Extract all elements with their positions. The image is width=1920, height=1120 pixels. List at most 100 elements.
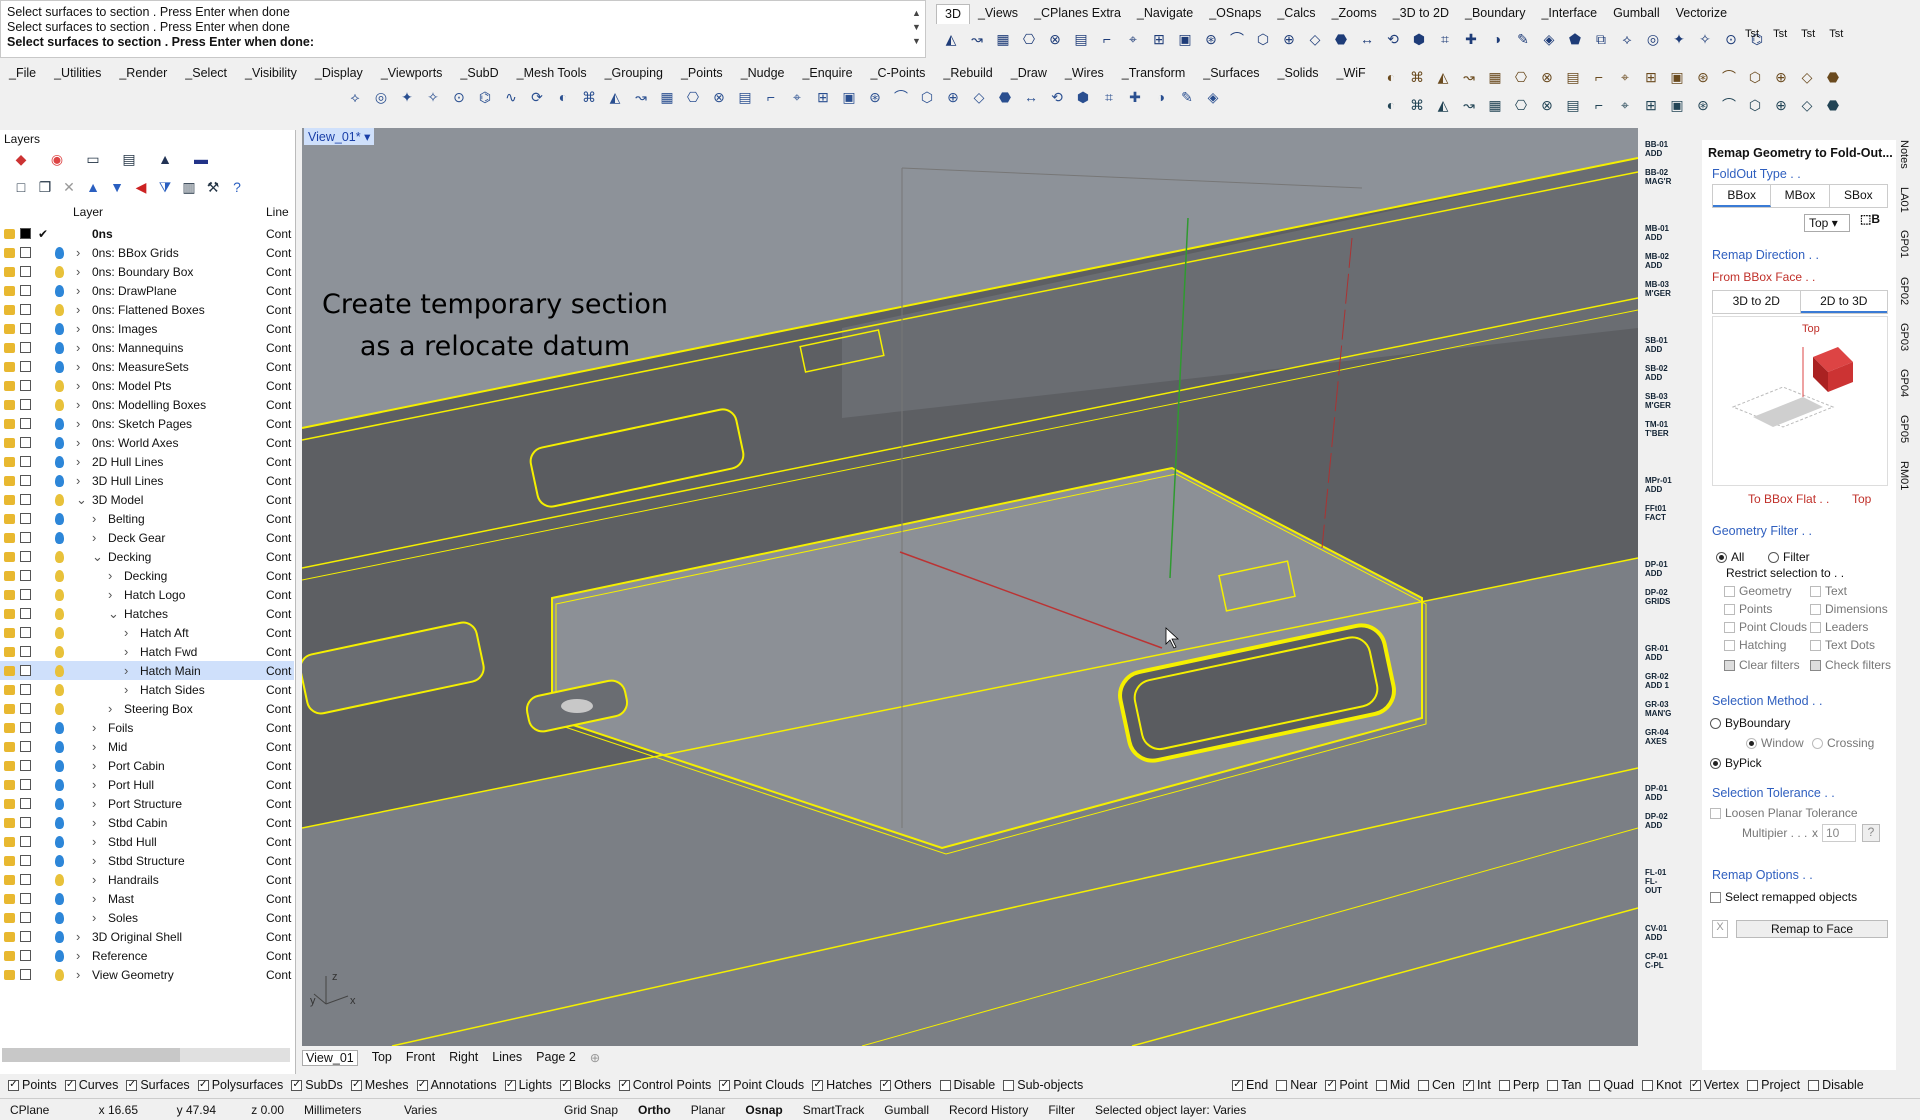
lock-icon[interactable]	[4, 836, 15, 847]
status-toggle[interactable]: SmartTrack	[793, 1103, 875, 1117]
toolbar-tab[interactable]: Vectorize	[1668, 4, 1735, 24]
tool-icon[interactable]: ◐	[552, 86, 574, 108]
chevron-right-icon[interactable]: ›	[76, 435, 80, 450]
status-toggle[interactable]: Grid Snap	[554, 1103, 628, 1117]
layer-checkbox[interactable]	[20, 513, 31, 524]
tool-icon[interactable]: ⊕	[1770, 66, 1792, 88]
status-toggle[interactable]: Record History	[939, 1103, 1038, 1117]
lightbulb-icon[interactable]	[55, 569, 64, 582]
materials-tab-icon[interactable]: ◉	[46, 148, 68, 170]
menu-item[interactable]: _C-Points	[862, 64, 935, 84]
layer-row[interactable]: › 2D Hull Lines Cont	[0, 452, 294, 471]
side-tab[interactable]: GP01	[1898, 230, 1910, 258]
clear-filters-checkbox[interactable]	[1724, 659, 1735, 671]
layer-checkbox[interactable]	[20, 931, 31, 942]
lock-icon[interactable]	[4, 323, 15, 334]
lightbulb-icon[interactable]	[55, 873, 64, 886]
toolbar-tab[interactable]: 3D	[936, 4, 970, 24]
tool-icon[interactable]: ⟲	[1382, 28, 1404, 50]
menu-item[interactable]: _Wires	[1056, 64, 1113, 84]
tool-icon[interactable]: ↝	[1458, 66, 1480, 88]
layer-status[interactable]: Varies	[394, 1103, 554, 1117]
lightbulb-icon[interactable]	[55, 531, 64, 544]
tool-icon[interactable]: ◇	[968, 86, 990, 108]
tool-icon[interactable]: ⎔	[1510, 94, 1532, 116]
tool-icon[interactable]: ⊕	[942, 86, 964, 108]
tool-icon[interactable]: ⬡	[1252, 28, 1274, 50]
layer-row[interactable]: › Mast Cont	[0, 889, 294, 908]
layer-row[interactable]: › 3D Original Shell Cont	[0, 927, 294, 946]
chevron-down-icon[interactable]: ⌄	[76, 492, 87, 508]
layer-row[interactable]: › Steering Box Cont	[0, 699, 294, 718]
lock-icon[interactable]	[4, 304, 15, 315]
window-option[interactable]: Window	[1746, 734, 1804, 752]
layer-row[interactable]: › Deck Gear Cont	[0, 528, 294, 547]
toolbar-tab[interactable]: _Boundary	[1457, 4, 1533, 24]
move-parent-icon[interactable]: ◀	[130, 176, 152, 198]
strip-command-label[interactable]: SB-03 M'GER	[1645, 392, 1673, 410]
tool-icon[interactable]: ⌘	[1406, 66, 1428, 88]
tool-icon[interactable]: ▣	[838, 86, 860, 108]
toolbar-tab[interactable]: _Interface	[1533, 4, 1605, 24]
tool-icon[interactable]: ◑	[1150, 86, 1172, 108]
layer-row[interactable]: › 0ns: DrawPlane Cont	[0, 281, 294, 300]
filters-filter[interactable]: ✓ Meshes	[350, 1078, 409, 1092]
lightbulb-icon[interactable]	[55, 892, 64, 905]
menu-item[interactable]: _Draw	[1002, 64, 1056, 84]
filters-checkbox[interactable]: ✓	[126, 1079, 138, 1091]
lock-icon[interactable]	[4, 418, 15, 429]
layer-row[interactable]: › Hatch Fwd Cont	[0, 642, 294, 661]
lock-icon[interactable]	[4, 627, 15, 638]
lightbulb-icon[interactable]	[55, 474, 64, 487]
layer-row[interactable]: › Hatch Main Cont	[0, 661, 294, 680]
tool-icon[interactable]: ⌖	[1122, 28, 1144, 50]
layer-checkbox[interactable]	[20, 323, 31, 334]
tool-icon[interactable]: ◭	[1432, 66, 1454, 88]
tool-icon[interactable]: ▣	[1666, 66, 1688, 88]
tool-icon[interactable]: ⊛	[864, 86, 886, 108]
crossing-radio[interactable]	[1812, 737, 1823, 749]
tool-icon[interactable]: ⊞	[1640, 66, 1662, 88]
lock-icon[interactable]	[4, 969, 15, 980]
lock-icon[interactable]	[4, 722, 15, 733]
loosen-option[interactable]: Loosen Planar Tolerance	[1710, 804, 1858, 822]
menu-item[interactable]: _Nudge	[732, 64, 794, 84]
select-remapped-option[interactable]: Select remapped objects	[1710, 888, 1857, 906]
wrench-icon[interactable]: ⚒	[202, 176, 224, 198]
chevron-right-icon[interactable]: ›	[92, 720, 96, 735]
chevron-right-icon[interactable]: ›	[76, 454, 80, 469]
lightbulb-icon[interactable]	[55, 778, 64, 791]
remap-to-face-button[interactable]: Remap to Face	[1736, 920, 1888, 938]
menu-item[interactable]: _SubD	[451, 64, 507, 84]
chevron-right-icon[interactable]: ›	[124, 663, 128, 678]
layer-row[interactable]: › View Geometry Cont	[0, 965, 294, 984]
side-tab[interactable]: GP05	[1898, 415, 1910, 443]
tool-icon[interactable]: ↝	[1458, 94, 1480, 116]
layer-checkbox[interactable]	[20, 684, 31, 695]
tool-icon[interactable]: ▦	[656, 86, 678, 108]
tool-icon[interactable]: ⬣	[1822, 66, 1844, 88]
filters-checkbox[interactable]	[1003, 1079, 1015, 1091]
tool-icon[interactable]: ◇	[1304, 28, 1326, 50]
tool-icon[interactable]: ↔	[1020, 86, 1042, 108]
chevron-right-icon[interactable]: ›	[76, 283, 80, 298]
tool-icon[interactable]: ▤	[1070, 28, 1092, 50]
menu-item[interactable]: _Visibility	[236, 64, 306, 84]
layer-row[interactable]: › 0ns: Modelling Boxes Cont	[0, 395, 294, 414]
tool-icon[interactable]: ✧	[422, 86, 444, 108]
tool-icon[interactable]: ◇	[1796, 94, 1818, 116]
tool-icon[interactable]: ▦	[992, 28, 1014, 50]
layer-row[interactable]: › Foils Cont	[0, 718, 294, 737]
osnaps-checkbox[interactable]	[1642, 1079, 1653, 1091]
tool-icon[interactable]: ⊗	[1536, 66, 1558, 88]
layer-checkbox[interactable]	[20, 627, 31, 638]
strip-command-label[interactable]: GR-01 ADD	[1645, 644, 1673, 662]
layer-row[interactable]: › Belting Cont	[0, 509, 294, 528]
filters-checkbox[interactable]: ✓	[350, 1079, 362, 1091]
menu-item[interactable]: _Grouping	[596, 64, 672, 84]
layer-row[interactable]: › Port Structure Cont	[0, 794, 294, 813]
lightbulb-icon[interactable]	[55, 645, 64, 658]
layer-checkbox[interactable]	[20, 266, 31, 277]
lightbulb-icon[interactable]	[55, 417, 64, 430]
tool-icon[interactable]: ▣	[1666, 94, 1688, 116]
